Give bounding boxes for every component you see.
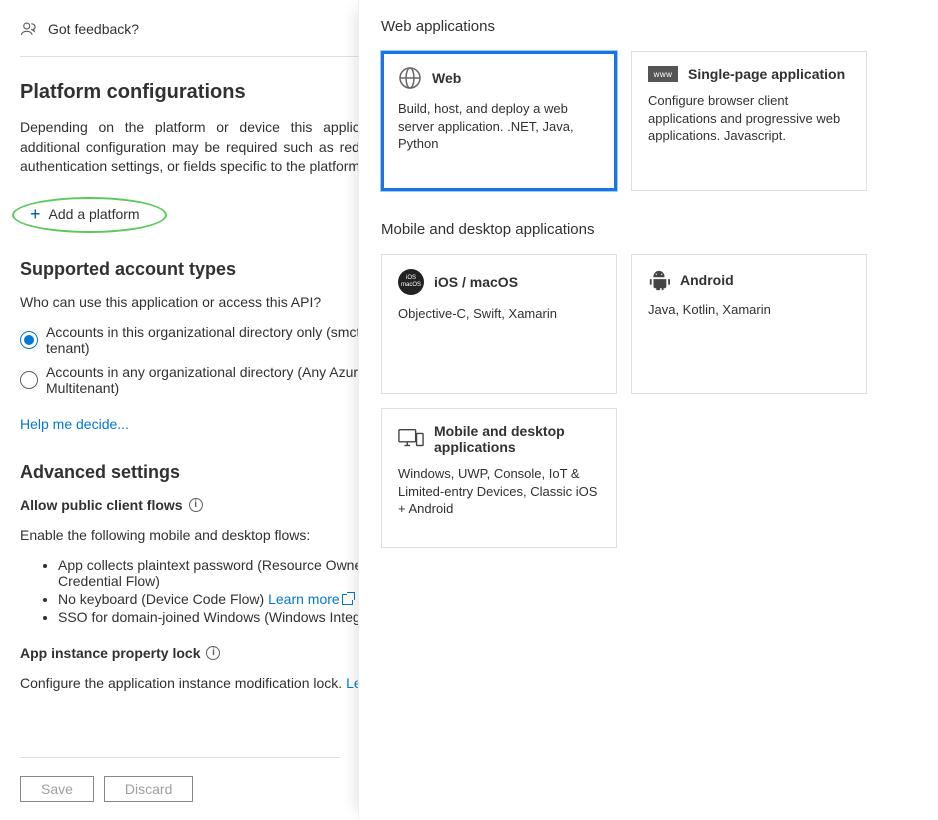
learn-more-link[interactable]: Learn more (268, 591, 340, 607)
card-description: Configure browser client applications an… (648, 92, 850, 145)
save-button[interactable]: Save (20, 776, 94, 802)
mobile-desktop-heading: Mobile and desktop applications (381, 221, 916, 238)
info-icon[interactable]: i (206, 646, 220, 660)
platform-card-spa[interactable]: www Single-page application Configure br… (631, 51, 867, 191)
feedback-label: Got feedback? (48, 21, 139, 37)
info-icon[interactable]: i (189, 498, 203, 512)
card-description: Build, host, and deploy a web server app… (398, 100, 600, 153)
radio-icon (20, 331, 38, 349)
allow-public-flows-label: Allow public client flows i (20, 497, 203, 513)
footer-actions: Save Discard (20, 757, 340, 802)
web-applications-heading: Web applications (381, 18, 916, 35)
card-description: Java, Kotlin, Xamarin (648, 301, 850, 319)
android-icon (648, 269, 670, 291)
globe-icon (398, 66, 422, 90)
card-title: Web (432, 70, 461, 86)
card-description: Windows, UWP, Console, IoT & Limited-ent… (398, 465, 600, 518)
platform-card-desktop[interactable]: Mobile and desktop applications Windows,… (381, 408, 617, 548)
plus-icon: + (30, 205, 41, 223)
card-description: Objective-C, Swift, Xamarin (398, 305, 600, 323)
card-title: iOS / macOS (434, 274, 518, 290)
ios-icon: iOSmacOS (398, 269, 424, 295)
platform-card-web[interactable]: Web Build, host, and deploy a web server… (381, 51, 617, 191)
feedback-icon (20, 20, 38, 38)
platform-card-android[interactable]: Android Java, Kotlin, Xamarin (631, 254, 867, 394)
external-link-icon (342, 594, 353, 605)
add-platform-label: Add a platform (49, 206, 140, 222)
app-lock-label: App instance property lock i (20, 645, 220, 661)
configure-platforms-panel: Web applications Web Build, host, and de… (358, 0, 938, 820)
card-title: Android (680, 272, 734, 288)
www-icon: www (648, 66, 678, 82)
add-platform-button[interactable]: + Add a platform (20, 199, 150, 229)
card-title: Mobile and desktop applications (434, 423, 600, 455)
card-title: Single-page application (688, 66, 845, 82)
discard-button[interactable]: Discard (104, 776, 193, 802)
platform-card-ios[interactable]: iOSmacOS iOS / macOS Objective-C, Swift,… (381, 254, 617, 394)
desktop-icon (398, 428, 424, 450)
radio-icon (20, 371, 38, 389)
